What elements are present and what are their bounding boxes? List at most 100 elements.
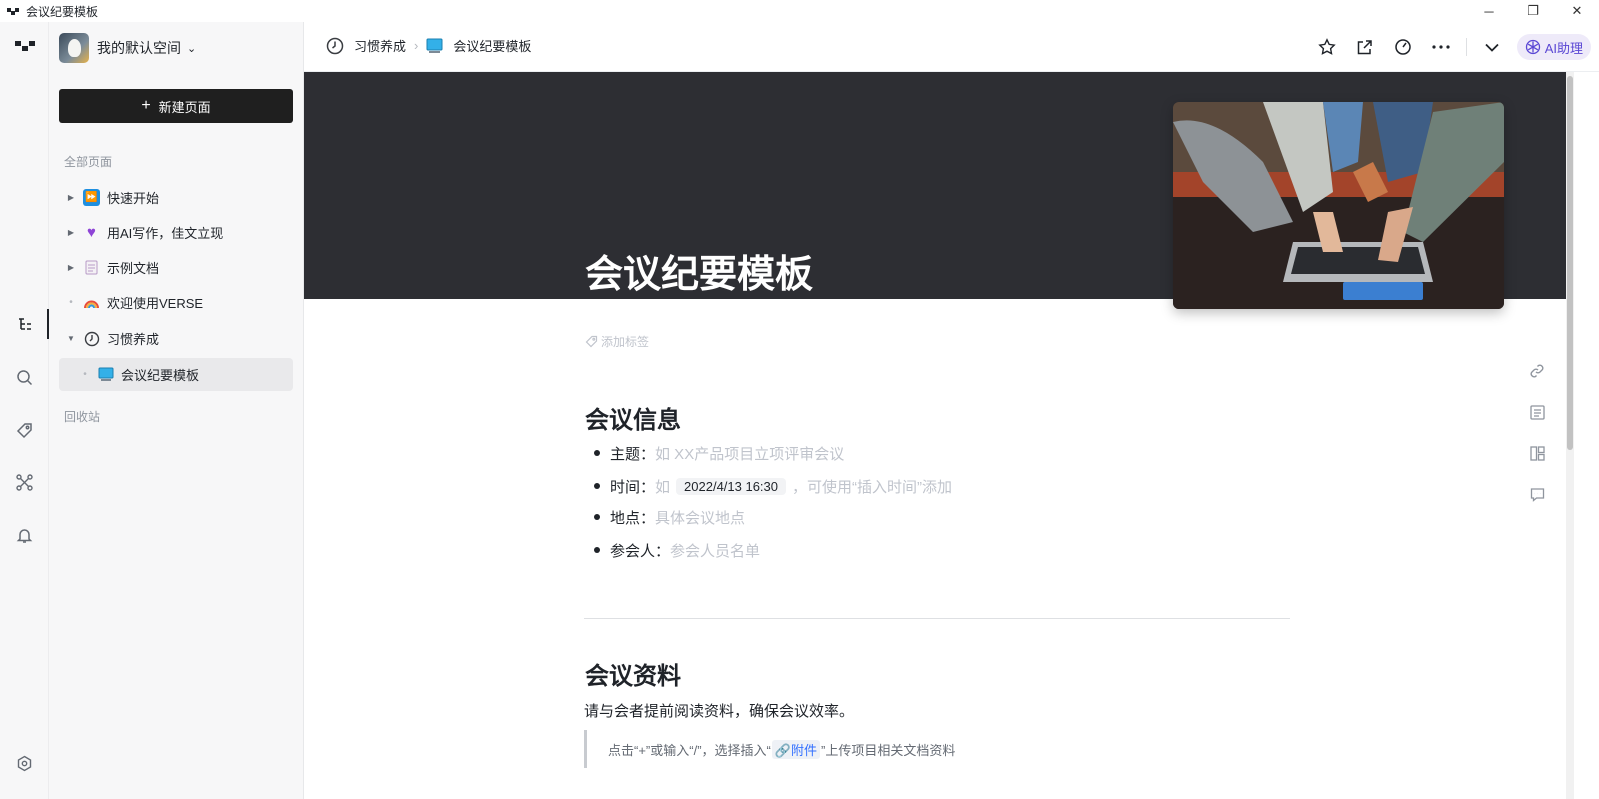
gauge-icon <box>1394 39 1411 55</box>
notifications-button[interactable] <box>0 520 49 550</box>
window-controls: ─ ❐ ✕ <box>1467 0 1599 22</box>
bullet-dot <box>594 514 600 520</box>
cover-image[interactable] <box>1173 102 1504 309</box>
sidebar-item-habit[interactable]: ▼ 习惯养成 <box>59 322 293 355</box>
more-dots-icon <box>1432 45 1450 49</box>
more-button[interactable] <box>1422 32 1460 62</box>
sidebar-item-sample-docs[interactable]: ▶ 示例文档 <box>59 251 293 284</box>
expand-arrow-icon[interactable]: ▶ <box>59 228 83 237</box>
tag-icon <box>16 422 32 438</box>
document-title[interactable]: 会议纪要模板 <box>585 243 813 298</box>
graph-network-icon <box>16 473 33 491</box>
tags-button[interactable] <box>0 415 49 445</box>
page-emoji-icon <box>83 259 100 276</box>
breadcrumb-parent[interactable]: 习惯养成 <box>354 36 406 55</box>
sidebar-item-ai-writing[interactable]: ▶ ♥ 用AI写作，佳文立现 <box>59 216 293 249</box>
scrollbar-thumb[interactable] <box>1567 76 1573 450</box>
place-placeholder: 具体会议地点 <box>655 509 746 527</box>
workspace-name: 我的默认空间 <box>97 40 181 56</box>
time-prefix: 如 <box>655 478 671 496</box>
materials-paragraph[interactable]: 请与会者提前阅读资料，确保会议效率。 <box>584 700 854 721</box>
minimize-button[interactable]: ─ <box>1467 0 1511 22</box>
app-logo-button[interactable] <box>0 31 49 61</box>
computer-emoji-icon <box>426 38 443 54</box>
chevron-down-icon <box>1485 43 1499 52</box>
date-chip[interactable]: 2022/4/13 16:30 <box>676 477 787 495</box>
expand-arrow-icon[interactable]: ▶ <box>59 263 83 272</box>
sidebar-item-label: 用AI写作，佳文立现 <box>107 226 224 241</box>
close-button[interactable]: ✕ <box>1555 0 1599 22</box>
maximize-button[interactable]: ❐ <box>1511 0 1555 22</box>
outline-list-icon <box>1529 404 1545 420</box>
time-label: 时间： <box>610 478 656 496</box>
workspace-switcher[interactable]: 我的默认空间 ⌄ <box>59 32 196 64</box>
logo-icon <box>14 41 35 51</box>
history-button[interactable] <box>1384 32 1422 62</box>
layout-button[interactable] <box>1526 442 1548 464</box>
bullet-dot <box>594 450 600 456</box>
toolbar-divider <box>1465 38 1467 56</box>
list-item-time[interactable]: 时间： 如 2022/4/13 16:30 ，可使用“插入时间”添加 <box>594 473 952 499</box>
ai-snowflake-icon <box>1525 39 1540 55</box>
hexagon-settings-icon <box>17 755 32 771</box>
rainbow-emoji-icon <box>83 294 100 311</box>
grid-layout-icon <box>1529 445 1545 461</box>
bullet-dot <box>594 547 600 553</box>
add-tag-label: 添加标签 <box>601 335 650 349</box>
tree-list-icon <box>18 318 31 330</box>
breadcrumb-current[interactable]: 会议纪要模板 <box>453 36 531 55</box>
trash-label[interactable]: 回收站 <box>64 408 100 425</box>
ai-assistant-label: AI助理 <box>1544 40 1583 56</box>
comment-icon <box>1530 487 1544 502</box>
bullet-dot: • <box>69 297 73 308</box>
workspace-avatar <box>59 33 89 63</box>
hint-quote-block[interactable]: 点击“+”或输入“/”，选择插入“ 🔗附件 ”上传项目相关文档资料 <box>584 730 955 768</box>
favorite-button[interactable] <box>1308 32 1346 62</box>
all-pages-label: 全部页面 <box>64 155 113 169</box>
computer-emoji-icon <box>97 366 114 383</box>
bell-icon <box>16 528 33 543</box>
settings-button[interactable] <box>0 748 49 778</box>
sidebar-item-welcome-verse[interactable]: • 欢迎使用VERSE <box>59 286 293 319</box>
new-page-label: 新建页面 <box>158 99 211 115</box>
share-button[interactable] <box>1346 32 1384 62</box>
list-item-topic[interactable]: 主题： 如 XX产品项目立项评审会议 <box>594 440 844 466</box>
sidebar: 我的默认空间 ⌄ + 新建页面 全部页面 ▶ ⏩ 快速开始 ▶ ♥ 用AI写作，… <box>49 22 304 799</box>
breadcrumb: 习惯养成 › 会议纪要模板 <box>326 36 531 55</box>
new-page-button[interactable]: + 新建页面 <box>59 89 293 123</box>
comments-button[interactable] <box>1526 483 1548 505</box>
topic-label: 主题： <box>610 445 656 463</box>
search-button[interactable] <box>0 362 49 392</box>
clock-icon <box>326 37 344 55</box>
add-tag-button[interactable]: 添加标签 <box>585 333 649 350</box>
share-external-icon <box>1357 39 1372 54</box>
outline-tree-button[interactable] <box>0 309 49 339</box>
sidebar-item-label: 快速开始 <box>107 191 160 206</box>
list-item-place[interactable]: 地点： 具体会议地点 <box>594 504 745 530</box>
sidebar-item-label: 欢迎使用VERSE <box>107 296 204 311</box>
expand-arrow-icon[interactable]: ▶ <box>59 193 83 202</box>
icon-rail <box>0 22 49 799</box>
sidebar-item-quick-start[interactable]: ▶ ⏩ 快速开始 <box>59 181 293 214</box>
topbar-actions: AI助理 <box>1308 22 1599 72</box>
fast-forward-emoji-icon: ⏩ <box>83 189 100 206</box>
attachment-chip: 🔗附件 <box>771 739 821 759</box>
bullet-dot: • <box>83 369 87 380</box>
section-heading-meeting-info[interactable]: 会议信息 <box>585 400 681 435</box>
copy-link-button[interactable] <box>1526 360 1548 382</box>
section-heading-materials[interactable]: 会议资料 <box>585 656 681 691</box>
time-suffix: ，可使用“插入时间”添加 <box>792 478 953 496</box>
collapse-button[interactable] <box>1473 32 1511 62</box>
place-label: 地点： <box>610 509 656 527</box>
attendees-label: 参会人： <box>610 542 671 560</box>
graph-button[interactable] <box>0 467 49 497</box>
collapse-arrow-icon[interactable]: ▼ <box>59 334 83 343</box>
link-icon <box>1530 364 1544 378</box>
ai-assistant-button[interactable]: AI助理 <box>1516 34 1591 60</box>
plus-icon: + <box>141 97 151 114</box>
tag-icon <box>585 335 598 348</box>
list-item-attendees[interactable]: 参会人： 参会人员名单 <box>594 537 760 563</box>
outline-button[interactable] <box>1526 401 1548 423</box>
attendees-placeholder: 参会人员名单 <box>670 542 761 560</box>
sidebar-item-meeting-template[interactable]: • 会议纪要模板 <box>59 358 293 391</box>
